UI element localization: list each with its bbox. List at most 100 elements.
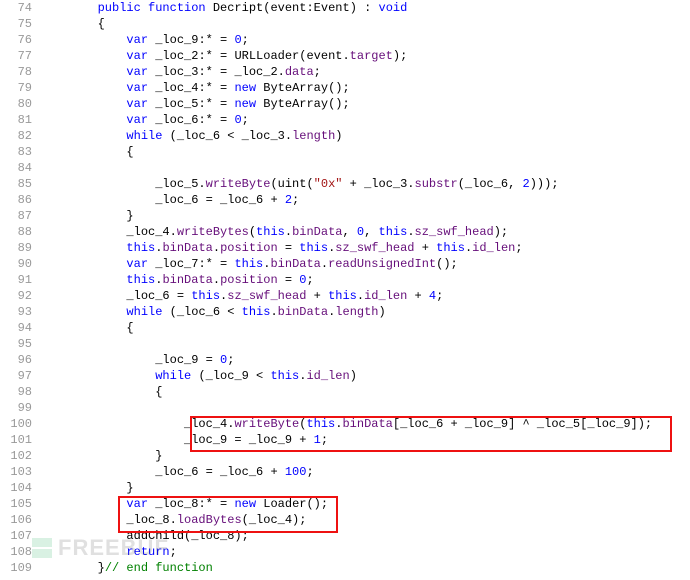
code-text: {	[40, 384, 690, 400]
code-text	[40, 336, 690, 352]
code-line: 108 return;	[0, 544, 690, 560]
code-line: 77 var _loc_2:* = URLLoader(event.target…	[0, 48, 690, 64]
code-line: 78 var _loc_3:* = _loc_2.data;	[0, 64, 690, 80]
line-number: 102	[0, 448, 40, 464]
line-number: 101	[0, 432, 40, 448]
code-editor: 74 public function Decript(event:Event) …	[0, 0, 690, 576]
line-number: 76	[0, 32, 40, 48]
line-number: 90	[0, 256, 40, 272]
line-number: 88	[0, 224, 40, 240]
code-text: var _loc_4:* = new ByteArray();	[40, 80, 690, 96]
code-line: 96 _loc_9 = 0;	[0, 352, 690, 368]
line-number: 75	[0, 16, 40, 32]
code-line: 109 }// end function	[0, 560, 690, 576]
code-text: addChild(_loc_8);	[40, 528, 690, 544]
line-number: 95	[0, 336, 40, 352]
line-number: 82	[0, 128, 40, 144]
line-number: 77	[0, 48, 40, 64]
line-number: 89	[0, 240, 40, 256]
line-number: 100	[0, 416, 40, 432]
code-line: 90 var _loc_7:* = this.binData.readUnsig…	[0, 256, 690, 272]
line-number: 87	[0, 208, 40, 224]
code-line: 93 while (_loc_6 < this.binData.length)	[0, 304, 690, 320]
code-text: var _loc_2:* = URLLoader(event.target);	[40, 48, 690, 64]
code-line: 74 public function Decript(event:Event) …	[0, 0, 690, 16]
code-line: 103 _loc_6 = _loc_6 + 100;	[0, 464, 690, 480]
code-text: this.binData.position = 0;	[40, 272, 690, 288]
code-line: 91 this.binData.position = 0;	[0, 272, 690, 288]
code-text: _loc_8.loadBytes(_loc_4);	[40, 512, 690, 528]
code-line: 102 }	[0, 448, 690, 464]
code-text: while (_loc_9 < this.id_len)	[40, 368, 690, 384]
line-number: 84	[0, 160, 40, 176]
code-text: while (_loc_6 < this.binData.length)	[40, 304, 690, 320]
line-number: 97	[0, 368, 40, 384]
code-line: 83 {	[0, 144, 690, 160]
line-number: 98	[0, 384, 40, 400]
code-line: 100 _loc_4.writeByte(this.binData[_loc_6…	[0, 416, 690, 432]
code-line: 82 while (_loc_6 < _loc_3.length)	[0, 128, 690, 144]
code-text: this.binData.position = this.sz_swf_head…	[40, 240, 690, 256]
line-number: 91	[0, 272, 40, 288]
code-text: var _loc_3:* = _loc_2.data;	[40, 64, 690, 80]
code-text: _loc_6 = _loc_6 + 100;	[40, 464, 690, 480]
code-line: 75 {	[0, 16, 690, 32]
code-line: 88 _loc_4.writeBytes(this.binData, 0, th…	[0, 224, 690, 240]
code-line: 105 var _loc_8:* = new Loader();	[0, 496, 690, 512]
code-text: _loc_9 = _loc_9 + 1;	[40, 432, 690, 448]
code-line: 97 while (_loc_9 < this.id_len)	[0, 368, 690, 384]
code-text: _loc_9 = 0;	[40, 352, 690, 368]
code-line: 76 var _loc_9:* = 0;	[0, 32, 690, 48]
code-line: 106 _loc_8.loadBytes(_loc_4);	[0, 512, 690, 528]
code-text: _loc_6 = _loc_6 + 2;	[40, 192, 690, 208]
code-text: _loc_4.writeBytes(this.binData, 0, this.…	[40, 224, 690, 240]
code-text: }	[40, 448, 690, 464]
code-text: {	[40, 16, 690, 32]
code-text: }	[40, 480, 690, 496]
code-line: 79 var _loc_4:* = new ByteArray();	[0, 80, 690, 96]
line-number: 86	[0, 192, 40, 208]
line-number: 99	[0, 400, 40, 416]
code-line: 107 addChild(_loc_8);	[0, 528, 690, 544]
code-line: 92 _loc_6 = this.sz_swf_head + this.id_l…	[0, 288, 690, 304]
line-number: 78	[0, 64, 40, 80]
code-text: {	[40, 320, 690, 336]
line-number: 81	[0, 112, 40, 128]
code-line: 81 var _loc_6:* = 0;	[0, 112, 690, 128]
code-text: _loc_4.writeByte(this.binData[_loc_6 + _…	[40, 416, 690, 432]
line-number: 74	[0, 0, 40, 16]
code-text: var _loc_6:* = 0;	[40, 112, 690, 128]
code-line: 94 {	[0, 320, 690, 336]
line-number: 108	[0, 544, 40, 560]
code-line: 84	[0, 160, 690, 176]
line-number: 85	[0, 176, 40, 192]
line-number: 104	[0, 480, 40, 496]
code-text: var _loc_9:* = 0;	[40, 32, 690, 48]
line-number: 103	[0, 464, 40, 480]
code-text: {	[40, 144, 690, 160]
code-line: 80 var _loc_5:* = new ByteArray();	[0, 96, 690, 112]
line-number: 80	[0, 96, 40, 112]
line-number: 96	[0, 352, 40, 368]
line-number: 107	[0, 528, 40, 544]
line-number: 83	[0, 144, 40, 160]
code-text: var _loc_5:* = new ByteArray();	[40, 96, 690, 112]
code-text: var _loc_8:* = new Loader();	[40, 496, 690, 512]
line-number: 94	[0, 320, 40, 336]
code-text	[40, 400, 690, 416]
line-number: 92	[0, 288, 40, 304]
line-number: 93	[0, 304, 40, 320]
line-number: 109	[0, 560, 40, 576]
code-line: 86 _loc_6 = _loc_6 + 2;	[0, 192, 690, 208]
code-text: }	[40, 208, 690, 224]
code-line: 89 this.binData.position = this.sz_swf_h…	[0, 240, 690, 256]
code-text: _loc_5.writeByte(uint("0x" + _loc_3.subs…	[40, 176, 690, 192]
code-line: 85 _loc_5.writeByte(uint("0x" + _loc_3.s…	[0, 176, 690, 192]
code-line: 101 _loc_9 = _loc_9 + 1;	[0, 432, 690, 448]
code-text	[40, 160, 690, 176]
line-number: 106	[0, 512, 40, 528]
code-line: 98 {	[0, 384, 690, 400]
code-text: _loc_6 = this.sz_swf_head + this.id_len …	[40, 288, 690, 304]
code-line: 95	[0, 336, 690, 352]
code-text: public function Decript(event:Event) : v…	[40, 0, 690, 16]
